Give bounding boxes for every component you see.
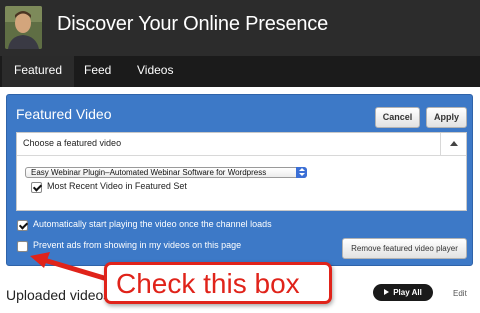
tab-featured[interactable]: Featured — [2, 56, 75, 87]
select-arrows-icon — [296, 167, 307, 178]
featured-video-chooser: Choose a featured video Easy Webinar Plu… — [16, 132, 467, 211]
play-all-button[interactable]: Play All — [373, 284, 433, 301]
autoplay-label: Automatically start playing the video on… — [33, 219, 272, 229]
cancel-button[interactable]: Cancel — [375, 107, 420, 128]
channel-title: Discover Your Online Presence — [57, 13, 329, 35]
edit-link[interactable]: Edit — [453, 289, 467, 298]
autoplay-checkbox[interactable] — [17, 220, 28, 231]
callout-text: Check this box — [116, 268, 300, 299]
remove-featured-player-button[interactable]: Remove featured video player — [342, 238, 467, 259]
play-icon — [384, 289, 390, 295]
tab-videos[interactable]: Videos — [125, 56, 185, 87]
panel-title: Featured Video — [16, 106, 112, 122]
video-select[interactable]: Easy Webinar Plugin–Automated Webinar So… — [25, 167, 307, 178]
featured-video-panel: Featured Video Cancel Apply Choose a fea… — [6, 94, 473, 266]
uploaded-videos-heading: Uploaded videos — [6, 287, 111, 303]
tab-feed[interactable]: Feed — [72, 56, 123, 87]
avatar[interactable] — [5, 6, 42, 49]
most-recent-label: Most Recent Video in Featured Set — [47, 181, 187, 191]
channel-tabs: Featured Feed Videos — [0, 56, 480, 87]
most-recent-checkbox[interactable] — [31, 182, 42, 193]
chooser-label: Choose a featured video — [23, 138, 122, 148]
video-select-value: Easy Webinar Plugin–Automated Webinar So… — [31, 168, 267, 177]
play-all-label: Play All — [393, 288, 422, 297]
chevron-up-icon — [450, 141, 458, 146]
red-arrow-icon — [30, 252, 107, 281]
chooser-header[interactable]: Choose a featured video — [17, 133, 466, 156]
channel-header: Discover Your Online Presence — [0, 0, 480, 56]
annotation-callout: Check this box — [104, 262, 332, 304]
collapse-toggle[interactable] — [440, 133, 466, 155]
apply-button[interactable]: Apply — [426, 107, 467, 128]
